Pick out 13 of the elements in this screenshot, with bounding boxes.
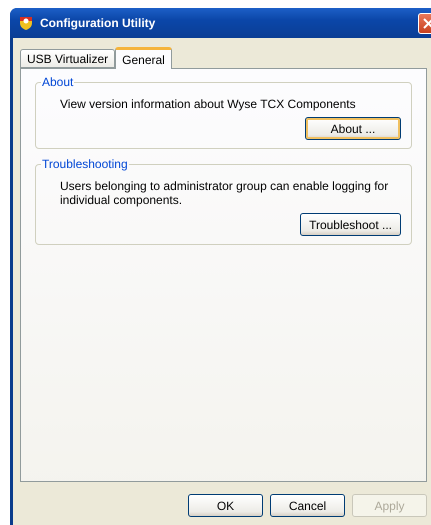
dialog-button[interactable]: OK <box>188 494 263 517</box>
group-description: View version information about Wyse TCX Components <box>60 97 357 111</box>
shield-icon <box>18 15 34 31</box>
group-title: Troubleshooting <box>41 157 129 171</box>
tab[interactable]: General <box>115 47 172 69</box>
action-button[interactable]: Troubleshoot ... <box>300 213 401 236</box>
tab[interactable]: USB Virtualizer <box>20 49 116 68</box>
close-icon <box>423 18 431 28</box>
group-title: About <box>41 75 74 89</box>
group-description: Users belonging to administrator group can enable logging for individual components. <box>60 179 390 207</box>
window-title: Configuration Utility <box>40 16 156 30</box>
dialog-button[interactable]: Cancel <box>270 494 345 517</box>
action-button[interactable]: About ... <box>305 117 401 140</box>
